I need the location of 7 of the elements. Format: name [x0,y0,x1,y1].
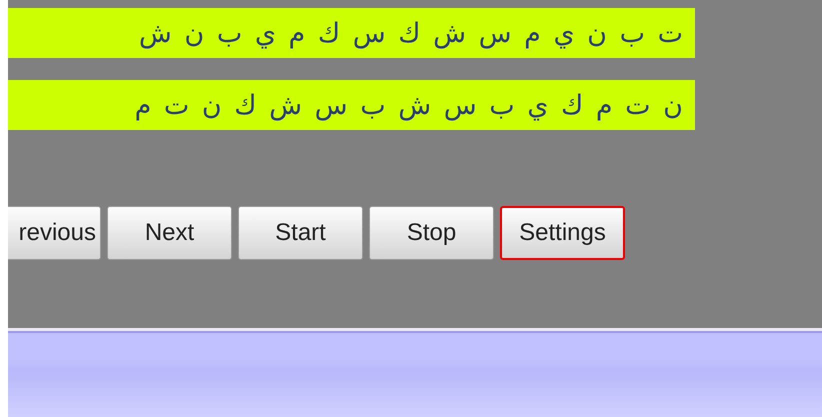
nav-button[interactable]: Next [107,206,232,260]
nav-button[interactable]: Start [238,206,363,260]
nav-button[interactable]: revious [8,206,101,260]
letter-row: ن ت م ك ي ب س ش ب س ش ك ن ت م [8,80,695,130]
letter-row: ت ب ن ي م س ش ك س ك م ي ب ن ش [8,8,695,58]
nav-button[interactable]: Stop [369,206,494,260]
nav-button[interactable]: Settings [500,206,625,260]
